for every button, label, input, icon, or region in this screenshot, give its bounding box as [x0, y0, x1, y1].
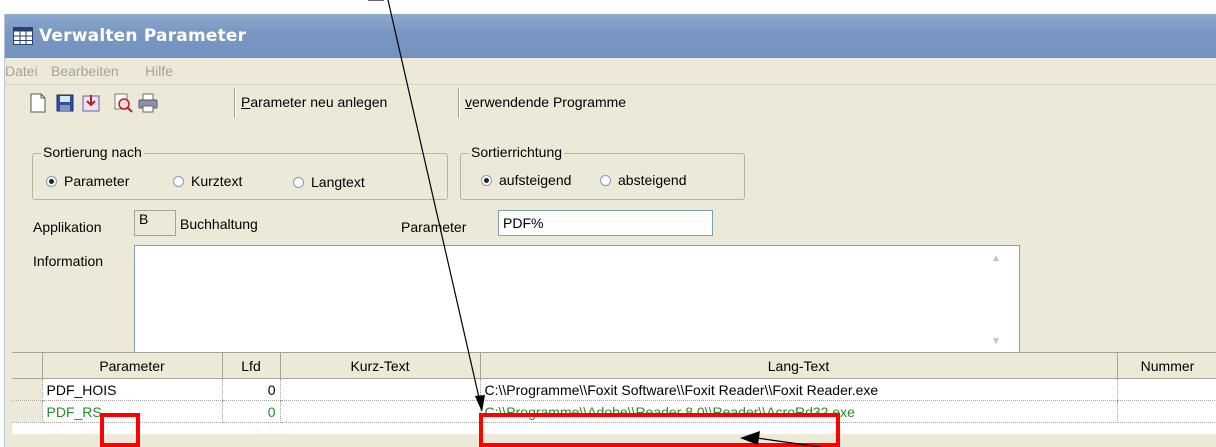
title-bar[interactable]: Verwalten Parameter	[5, 14, 1216, 58]
toolbar-separator	[458, 88, 460, 118]
radio-unselected-icon	[600, 174, 611, 186]
table-row[interactable]: PDF_HOIS 0 C:\\Programme\\Foxit Software…	[12, 378, 1216, 401]
menu-bar: Datei Bearbeiten Hilfe	[5, 58, 1216, 85]
radio-selected-icon	[46, 175, 57, 187]
print-icon[interactable]	[137, 92, 159, 114]
new-parameter-mnemonic: P	[241, 94, 251, 110]
used-programs-label: erwendende Programme	[472, 94, 627, 110]
toolbar-separator	[234, 88, 236, 118]
background-window-strip	[0, 0, 1216, 14]
cell-nummer[interactable]	[1117, 400, 1216, 423]
radio-unselected-icon	[173, 175, 184, 187]
used-programs-mnemonic: v	[465, 94, 472, 110]
direction-descending-label: absteigend	[618, 172, 687, 188]
cell-lfd[interactable]: 0	[222, 400, 281, 423]
parameter-filter-label: Parameter	[401, 219, 467, 235]
sort-kurztext-radio[interactable]: Kurztext	[173, 173, 242, 189]
cell-lfd[interactable]: 0	[222, 378, 281, 401]
menu-bearbeiten[interactable]: Bearbeiten	[51, 63, 119, 79]
information-textarea[interactable]	[134, 245, 1020, 353]
parameter-filter-input[interactable]: PDF%	[498, 210, 713, 236]
import-icon[interactable]	[80, 92, 102, 114]
new-parameter-button[interactable]: Parameter neu anlegen	[241, 94, 387, 110]
radio-selected-icon	[481, 174, 492, 186]
grid-header-row: Parameter Lfd Kurz-Text Lang-Text Nummer	[12, 353, 1216, 379]
column-header-kurz-text[interactable]: Kurz-Text	[280, 353, 481, 379]
highlight-box-parameter	[100, 413, 140, 447]
table-icon	[13, 27, 33, 45]
sort-direction-title: Sortierrichtung	[469, 144, 565, 160]
scroll-up-icon[interactable]: ▲	[988, 250, 1004, 266]
applikation-code-field: B	[134, 210, 176, 236]
column-header-parameter[interactable]: Parameter	[42, 353, 223, 379]
new-document-icon[interactable]	[27, 92, 49, 114]
cell-parameter[interactable]: PDF_HOIS	[42, 378, 223, 401]
scroll-down-icon[interactable]: ▼	[988, 333, 1004, 349]
sort-kurztext-label: Kurztext	[191, 173, 243, 189]
sort-parameter-label: Parameter	[64, 173, 130, 189]
direction-ascending-label: aufsteigend	[499, 172, 572, 188]
direction-descending-radio[interactable]: absteigend	[600, 172, 687, 188]
column-header-nummer[interactable]: Nummer	[1117, 353, 1216, 379]
sort-by-title: Sortierung nach	[41, 144, 144, 160]
menu-hilfe[interactable]: Hilfe	[145, 63, 173, 79]
applikation-label: Applikation	[33, 219, 102, 235]
radio-unselected-icon	[293, 176, 304, 188]
row-selector[interactable]	[12, 400, 43, 423]
highlight-box-lang-text	[479, 413, 840, 447]
direction-ascending-radio[interactable]: aufsteigend	[481, 172, 571, 188]
cell-lang-text[interactable]: C:\\Programme\\Foxit Software\\Foxit Rea…	[480, 378, 1118, 401]
column-header-lang-text[interactable]: Lang-Text	[480, 353, 1118, 379]
row-selector[interactable]	[12, 378, 43, 401]
save-icon[interactable]	[54, 92, 76, 114]
menu-datei[interactable]: Datei	[5, 63, 38, 79]
sort-langtext-label: Langtext	[311, 174, 365, 190]
column-header-lfd[interactable]: Lfd	[222, 353, 281, 379]
sort-parameter-radio[interactable]: Parameter	[46, 173, 129, 189]
row-selector-header	[12, 353, 43, 379]
information-label: Information	[33, 253, 104, 269]
used-programs-button[interactable]: verwendende Programme	[465, 94, 626, 110]
cell-nummer[interactable]	[1117, 378, 1216, 401]
print-preview-icon[interactable]	[112, 92, 134, 114]
new-parameter-label: arameter neu anlegen	[250, 94, 388, 110]
applikation-name: Buchhaltung	[180, 216, 258, 232]
window-title: Verwalten Parameter	[39, 26, 247, 46]
cell-kurz-text[interactable]	[280, 400, 481, 423]
sort-langtext-radio[interactable]: Langtext	[293, 174, 365, 190]
cell-kurz-text[interactable]	[280, 378, 481, 401]
